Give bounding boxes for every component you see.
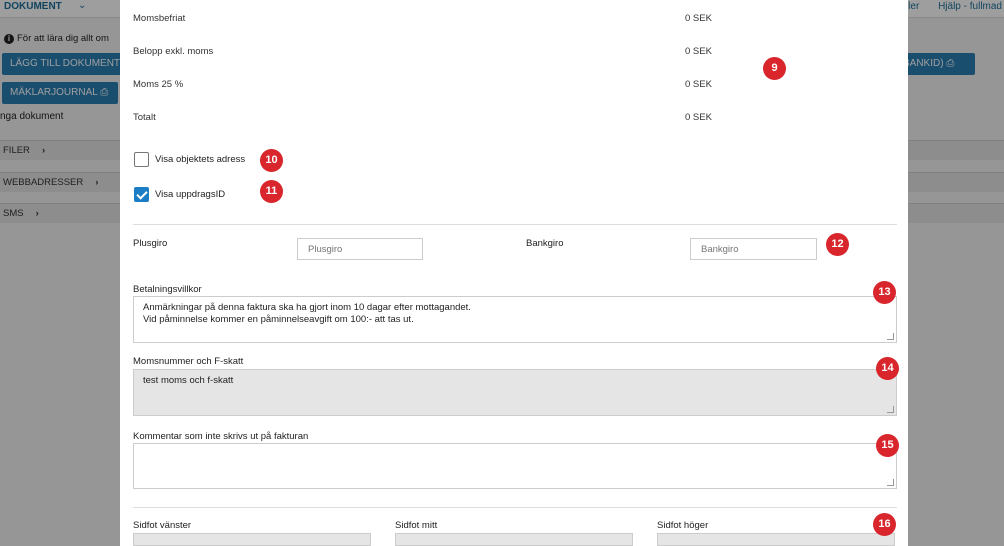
divider	[133, 507, 897, 508]
payment-terms-line: Anmärkningar på denna faktura ska ha gjo…	[143, 302, 471, 313]
vat-number-textarea: test moms och f-skatt	[133, 369, 897, 416]
summary-value: 0 SEK	[685, 79, 712, 90]
plusgiro-label: Plusgiro	[133, 238, 168, 249]
summary-value: 0 SEK	[685, 112, 712, 123]
resize-handle-icon[interactable]	[887, 333, 894, 340]
annotation-badge: 10	[260, 149, 283, 172]
comment-textarea[interactable]	[133, 443, 897, 489]
footer-middle-input[interactable]	[395, 533, 633, 546]
bankgiro-label: Bankgiro	[526, 238, 564, 249]
bankgiro-input[interactable]	[690, 238, 817, 260]
annotation-badge: 16	[873, 513, 896, 536]
footer-left-input[interactable]	[133, 533, 371, 546]
summary-value: 0 SEK	[685, 13, 712, 24]
annotation-badge: 13	[873, 281, 896, 304]
resize-handle-icon[interactable]	[887, 479, 894, 486]
plusgiro-input[interactable]	[297, 238, 423, 260]
annotation-badge: 15	[876, 434, 899, 457]
vat-number-label: Momsnummer och F-skatt	[133, 356, 244, 367]
show-address-label: Visa objektets adress	[155, 154, 246, 165]
annotation-badge: 9	[763, 57, 786, 80]
show-assignment-id-label: Visa uppdragsID	[155, 189, 226, 200]
payment-terms-line: Vid påminnelse kommer en påminnelseavgif…	[143, 314, 414, 325]
payment-terms-textarea[interactable]: Anmärkningar på denna faktura ska ha gjo…	[133, 296, 897, 343]
annotation-badge: 11	[260, 180, 283, 203]
payment-terms-label: Betalningsvillkor	[133, 284, 202, 295]
summary-label: Moms 25 %	[133, 79, 184, 90]
invoice-modal: Momsbefriat 0 SEK Belopp exkl. moms 0 SE…	[120, 0, 908, 546]
summary-label: Momsbefriat	[133, 13, 186, 24]
summary-label: Belopp exkl. moms	[133, 46, 214, 57]
show-address-option[interactable]: Visa objektets adress	[134, 152, 245, 167]
show-assignment-id-checkbox[interactable]	[134, 187, 149, 202]
vat-number-value: test moms och f-skatt	[143, 375, 234, 386]
annotation-badge: 14	[876, 357, 899, 380]
resize-handle-icon	[887, 406, 894, 413]
footer-left-label: Sidfot vänster	[133, 520, 192, 531]
summary-label: Totalt	[133, 112, 156, 123]
show-address-checkbox[interactable]	[134, 152, 149, 167]
summary-value: 0 SEK	[685, 46, 712, 57]
comment-label: Kommentar som inte skrivs ut på fakturan	[133, 431, 309, 442]
footer-right-label: Sidfot höger	[657, 520, 709, 531]
show-assignment-id-option[interactable]: Visa uppdragsID	[134, 187, 225, 202]
footer-middle-label: Sidfot mitt	[395, 520, 438, 531]
annotation-badge: 12	[826, 233, 849, 256]
divider	[133, 224, 897, 225]
footer-right-input[interactable]	[657, 533, 895, 546]
